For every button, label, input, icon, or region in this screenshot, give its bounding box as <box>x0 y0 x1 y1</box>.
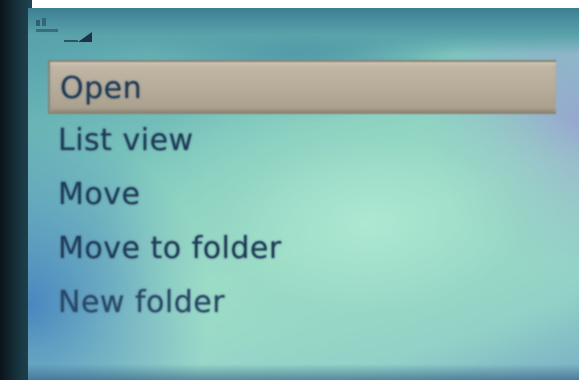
menu-item-label: Move to folder <box>58 231 282 266</box>
screen-edge-shadow <box>28 364 579 380</box>
signal-strength-icon <box>36 18 92 42</box>
menu-item-move-to-folder[interactable]: Move to folder <box>48 222 579 276</box>
phone-photo: Open List view Move Move to folder New f… <box>0 0 579 380</box>
menu-item-label: Move <box>58 177 141 212</box>
status-bar <box>28 8 579 54</box>
phone-screen: Open List view Move Move to folder New f… <box>28 8 579 380</box>
menu-item-move[interactable]: Move <box>48 168 579 222</box>
menu-item-label: List view <box>58 123 194 158</box>
menu-item-label: Open <box>60 71 143 106</box>
menu-item-list-view[interactable]: List view <box>48 114 579 168</box>
menu-item-label: New folder <box>58 285 226 320</box>
options-menu: Open List view Move Move to folder New f… <box>48 60 579 330</box>
menu-item-new-folder[interactable]: New folder <box>48 276 579 330</box>
menu-item-open[interactable]: Open <box>48 60 556 114</box>
